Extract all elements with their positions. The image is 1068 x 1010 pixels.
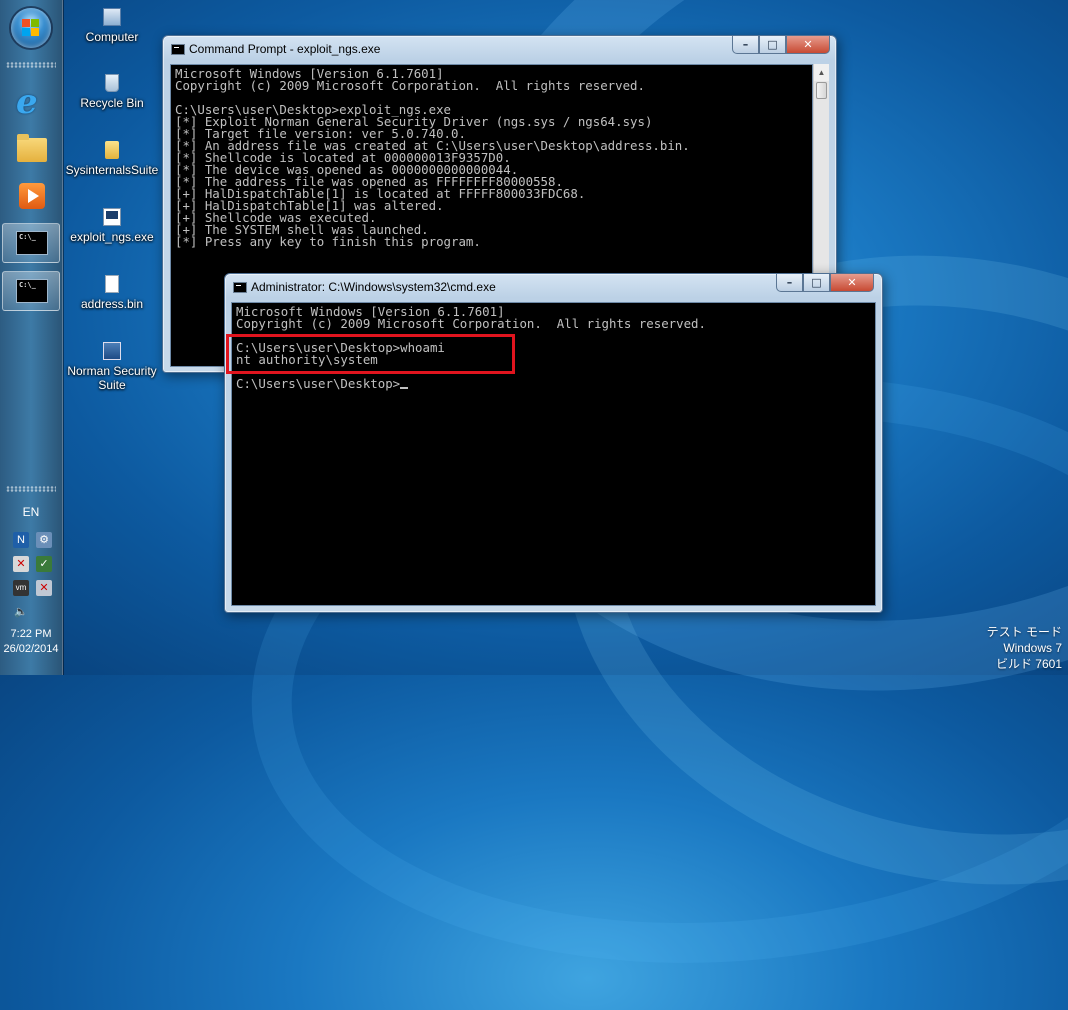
- clock-time: 7:22 PM: [10, 628, 52, 640]
- close-button[interactable]: ✕: [830, 274, 874, 292]
- desktop-icon-label: SysinternalsSuite: [65, 163, 159, 177]
- close-button[interactable]: ✕: [786, 36, 830, 54]
- windows-logo-icon: [22, 19, 40, 37]
- maximize-button[interactable]: □: [759, 36, 786, 54]
- watermark-line: ビルド 7601: [995, 657, 1062, 671]
- network-disconnected-icon[interactable]: ✕: [36, 580, 52, 596]
- highlight-box: [226, 334, 515, 374]
- flag-alert-tray-icon[interactable]: ✕: [13, 556, 29, 572]
- taskbar-gripper[interactable]: [6, 62, 56, 68]
- desktop-icon-sysinternals[interactable]: SysinternalsSuite: [62, 141, 162, 177]
- console-line: C:\Users\user\Desktop>: [236, 377, 871, 390]
- folder-icon: [17, 134, 47, 162]
- taskbar: e C:\_ C:\_ EN N ⚙ ✕ ✓ vm ✕ 🔈 7:22 PM 26…: [0, 0, 62, 675]
- norman-tray-icon[interactable]: N: [13, 532, 29, 548]
- desktop-icon-label: Norman Security Suite: [67, 364, 157, 392]
- desktop-icon-address-bin[interactable]: address.bin: [62, 275, 162, 311]
- taskbar-cmd-button-2[interactable]: C:\_: [2, 271, 60, 311]
- desktop-icon-recycle-bin[interactable]: Recycle Bin: [62, 74, 162, 110]
- media-player-icon: [19, 183, 45, 209]
- vmware-tray-icon[interactable]: vm: [13, 580, 29, 596]
- scroll-thumb[interactable]: [816, 82, 827, 99]
- minimize-button[interactable]: –: [732, 36, 759, 54]
- language-indicator[interactable]: EN: [0, 505, 62, 519]
- desktop-icon-label: Computer: [85, 30, 139, 44]
- window-title: Administrator: C:\Windows\system32\cmd.e…: [251, 280, 496, 294]
- command-prompt-icon: C:\_: [16, 279, 48, 303]
- internet-explorer-icon: e: [16, 82, 38, 122]
- cmd-window-icon: [233, 282, 247, 293]
- taskbar-gripper[interactable]: [6, 486, 56, 492]
- windows-explorer-button[interactable]: [2, 130, 60, 170]
- norman-security-icon: [103, 342, 121, 360]
- folder-icon: [105, 141, 119, 159]
- watermark-line: テスト モード: [986, 625, 1062, 639]
- maximize-button[interactable]: □: [803, 274, 830, 292]
- caption-buttons: – □ ✕: [732, 36, 830, 55]
- executable-icon: [103, 208, 121, 226]
- console-line: Copyright (c) 2009 Microsoft Corporation…: [175, 78, 645, 93]
- internet-explorer-button[interactable]: e: [2, 78, 60, 122]
- console-line: [*] Press any key to finish this program…: [175, 234, 481, 249]
- desktop-icon-computer[interactable]: Computer: [62, 8, 162, 44]
- clock-date: 26/02/2014: [3, 643, 59, 655]
- caption-buttons: – □ ✕: [776, 274, 874, 293]
- window-title: Command Prompt - exploit_ngs.exe: [189, 42, 381, 56]
- cmd-window-icon: [171, 44, 185, 55]
- minimize-button[interactable]: –: [776, 274, 803, 292]
- file-icon: [105, 275, 119, 293]
- desktop-icon-label: address.bin: [80, 297, 144, 311]
- volume-muted-icon[interactable]: 🔈: [13, 604, 29, 620]
- clock[interactable]: 7:22 PM 26/02/2014: [0, 627, 62, 657]
- scroll-up-arrow-icon[interactable]: ▲: [814, 64, 829, 81]
- media-player-button[interactable]: [2, 177, 60, 217]
- watermark-line: Windows 7: [1003, 641, 1062, 655]
- desktop-icon-label: exploit_ngs.exe: [70, 230, 154, 244]
- recycle-bin-icon: [105, 74, 119, 92]
- start-button[interactable]: [11, 8, 51, 48]
- network-tray-icon[interactable]: ⚙: [36, 532, 52, 548]
- computer-icon: [103, 8, 121, 26]
- command-prompt-icon: C:\_: [16, 231, 48, 255]
- security-tray-icon[interactable]: ✓: [36, 556, 52, 572]
- desktop-icon-norman[interactable]: Norman Security Suite: [62, 342, 162, 392]
- desktop-icon-label: Recycle Bin: [80, 96, 144, 110]
- desktop-icon-exploit[interactable]: exploit_ngs.exe: [62, 208, 162, 244]
- text-cursor: [400, 387, 409, 389]
- taskbar-cmd-button-1[interactable]: C:\_: [2, 223, 60, 263]
- admin-cmd-window[interactable]: Administrator: C:\Windows\system32\cmd.e…: [224, 273, 883, 613]
- console-line: Copyright (c) 2009 Microsoft Corporation…: [236, 316, 706, 331]
- test-mode-watermark: テスト モード Windows 7 ビルド 7601: [987, 624, 1062, 672]
